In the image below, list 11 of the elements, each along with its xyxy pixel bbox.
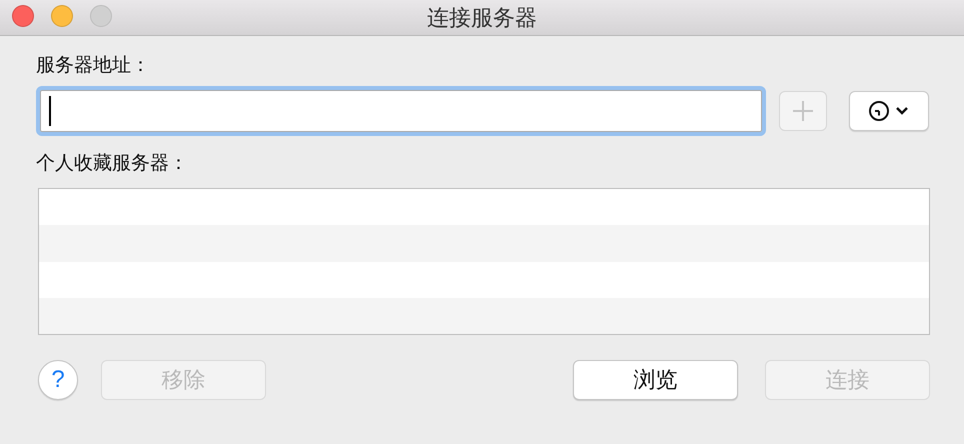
clock-dropdown-icon xyxy=(867,99,911,123)
recent-servers-button[interactable] xyxy=(849,91,929,131)
favorite-servers-label: 个人收藏服务器： xyxy=(36,151,188,176)
browse-button[interactable]: 浏览 xyxy=(573,360,738,400)
server-address-label: 服务器地址： xyxy=(36,53,150,78)
help-button[interactable]: ? xyxy=(38,360,78,400)
window-title: 连接服务器 xyxy=(427,4,537,32)
plus-icon xyxy=(792,100,814,122)
window-minimize-button[interactable] xyxy=(51,5,73,27)
window-close-button[interactable] xyxy=(12,5,34,27)
favorite-servers-list[interactable] xyxy=(38,188,930,335)
